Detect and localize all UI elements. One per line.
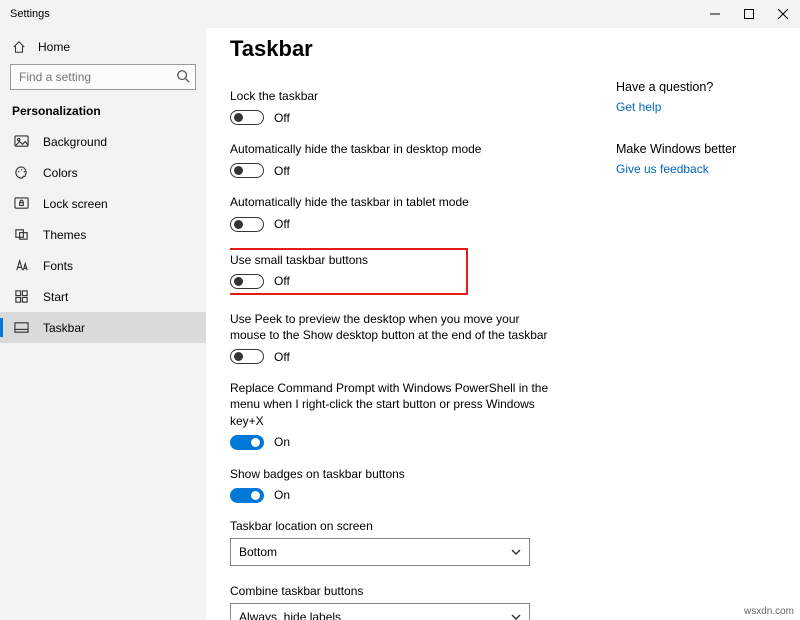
minimize-icon	[710, 9, 720, 19]
start-icon	[14, 289, 29, 304]
rail-heading: Have a question?	[616, 80, 736, 94]
sidebar-item-start[interactable]: Start	[0, 281, 206, 312]
palette-icon	[14, 165, 29, 180]
dropdown-value: Always, hide labels	[239, 610, 341, 620]
search-wrap	[10, 64, 196, 90]
close-icon	[778, 9, 788, 19]
setting-label: Lock the taskbar	[230, 88, 558, 104]
toggle-state: Off	[274, 274, 290, 288]
minimize-button[interactable]	[698, 0, 732, 28]
sidebar-item-label: Colors	[43, 166, 78, 180]
category-label: Personalization	[0, 102, 206, 126]
toggle-badges[interactable]	[230, 488, 264, 503]
maximize-icon	[744, 9, 754, 19]
setting-powershell: Replace Command Prompt with Windows Powe…	[230, 380, 558, 450]
right-rail: Have a question? Get help Make Windows b…	[568, 34, 736, 620]
sidebar-item-colors[interactable]: Colors	[0, 157, 206, 188]
sidebar-item-background[interactable]: Background	[0, 126, 206, 157]
sidebar-item-label: Taskbar	[43, 321, 85, 335]
feedback-link[interactable]: Give us feedback	[616, 162, 736, 176]
setting-label: Use small taskbar buttons	[230, 252, 460, 268]
sidebar-item-themes[interactable]: Themes	[0, 219, 206, 250]
sidebar-item-label: Themes	[43, 228, 86, 242]
toggle-state: On	[274, 488, 290, 502]
picture-icon	[14, 134, 29, 149]
sidebar-item-fonts[interactable]: Fonts	[0, 250, 206, 281]
rail-question: Have a question? Get help	[616, 80, 736, 114]
setting-label: Replace Command Prompt with Windows Powe…	[230, 380, 558, 429]
chevron-down-icon	[511, 547, 521, 557]
sidebar-item-label: Start	[43, 290, 68, 304]
setting-autohide-desktop: Automatically hide the taskbar in deskto…	[230, 141, 558, 178]
chevron-down-icon	[511, 612, 521, 620]
home-label: Home	[38, 40, 70, 54]
setting-label: Automatically hide the taskbar in tablet…	[230, 194, 558, 210]
close-button[interactable]	[766, 0, 800, 28]
toggle-state: Off	[274, 350, 290, 364]
toggle-state: Off	[274, 111, 290, 125]
watermark: wsxdn.com	[744, 606, 794, 617]
setting-label: Automatically hide the taskbar in deskto…	[230, 141, 558, 157]
lockscreen-icon	[14, 196, 29, 211]
sidebar-item-label: Lock screen	[43, 197, 108, 211]
content-scroll[interactable]: Taskbar Lock the taskbar Off Automatical…	[230, 34, 568, 620]
page-title: Taskbar	[230, 36, 558, 62]
dropdown-combine-buttons[interactable]: Always, hide labels	[230, 603, 530, 620]
setting-peek: Use Peek to preview the desktop when you…	[230, 311, 558, 364]
titlebar: Settings	[0, 0, 800, 28]
home-icon	[12, 40, 26, 54]
dropdown-label-location: Taskbar location on screen	[230, 519, 558, 533]
setting-label: Show badges on taskbar buttons	[230, 466, 558, 482]
toggle-powershell[interactable]	[230, 435, 264, 450]
maximize-button[interactable]	[732, 0, 766, 28]
toggle-autohide-tablet[interactable]	[230, 217, 264, 232]
dropdown-value: Bottom	[239, 545, 277, 559]
sidebar-item-lock-screen[interactable]: Lock screen	[0, 188, 206, 219]
fonts-icon	[14, 258, 29, 273]
toggle-state: Off	[274, 217, 290, 231]
toggle-state: On	[274, 435, 290, 449]
main: Taskbar Lock the taskbar Off Automatical…	[206, 28, 800, 620]
toggle-peek[interactable]	[230, 349, 264, 364]
sidebar-item-label: Background	[43, 135, 107, 149]
get-help-link[interactable]: Get help	[616, 100, 736, 114]
toggle-lock-taskbar[interactable]	[230, 110, 264, 125]
home-button[interactable]: Home	[0, 34, 206, 64]
sidebar: Home Personalization Background Colors L…	[0, 28, 206, 620]
dropdown-taskbar-location[interactable]: Bottom	[230, 538, 530, 566]
toggle-small-buttons[interactable]	[230, 274, 264, 289]
setting-lock-taskbar: Lock the taskbar Off	[230, 88, 558, 125]
sidebar-item-taskbar[interactable]: Taskbar	[0, 312, 206, 343]
taskbar-icon	[14, 320, 29, 335]
window-buttons	[698, 0, 800, 28]
dropdown-label-combine: Combine taskbar buttons	[230, 584, 558, 598]
toggle-state: Off	[274, 164, 290, 178]
setting-badges: Show badges on taskbar buttons On	[230, 466, 558, 503]
setting-small-buttons: Use small taskbar buttons Off	[230, 248, 468, 295]
nav-list: Background Colors Lock screen Themes Fon…	[0, 126, 206, 343]
themes-icon	[14, 227, 29, 242]
search-icon	[176, 69, 190, 83]
setting-label: Use Peek to preview the desktop when you…	[230, 311, 558, 343]
rail-heading: Make Windows better	[616, 142, 736, 156]
toggle-autohide-desktop[interactable]	[230, 163, 264, 178]
search-input[interactable]	[10, 64, 196, 90]
setting-autohide-tablet: Automatically hide the taskbar in tablet…	[230, 194, 558, 231]
window-title: Settings	[0, 8, 50, 20]
rail-feedback: Make Windows better Give us feedback	[616, 142, 736, 176]
sidebar-item-label: Fonts	[43, 259, 73, 273]
